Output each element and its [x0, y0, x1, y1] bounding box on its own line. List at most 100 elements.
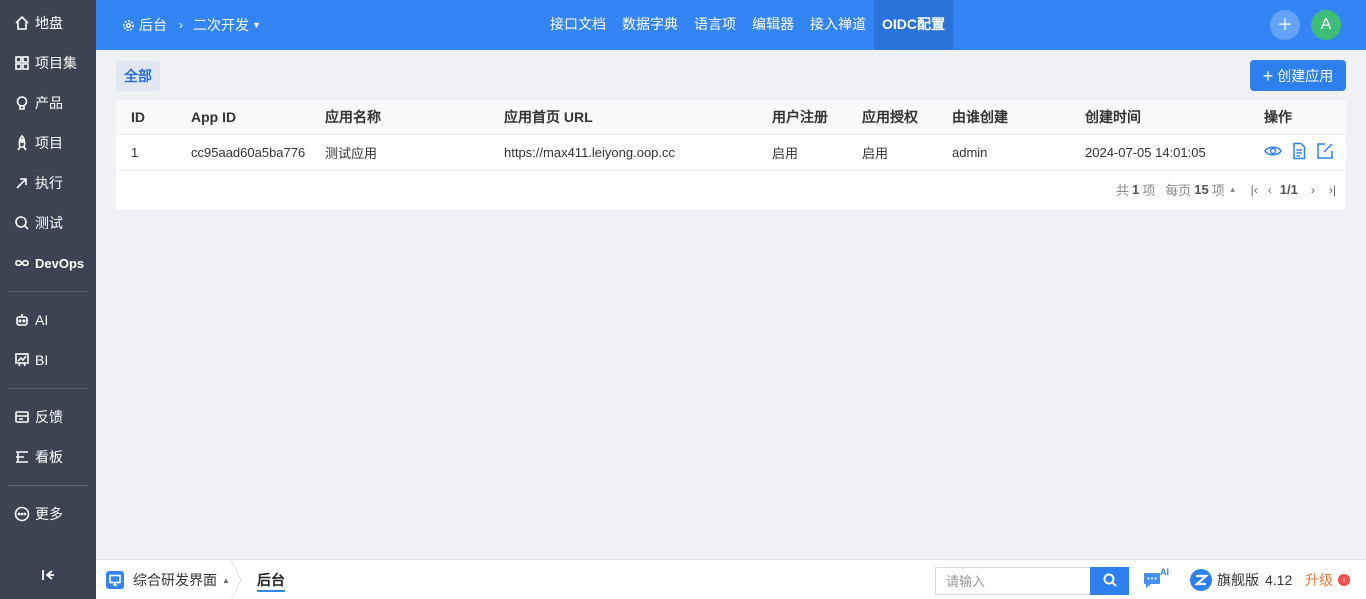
col-user-register[interactable]: 用户注册 [757, 100, 847, 135]
col-app-name[interactable]: 应用名称 [310, 100, 489, 135]
sidebar-collapse-button[interactable] [0, 568, 96, 585]
search-icon [1103, 573, 1117, 590]
version-label: 4.12 [1265, 572, 1293, 588]
sidebar-item-label: 项目集 [35, 55, 77, 71]
top-header: 后台 › 二次开发 ▼ 接口文档 数据字典 语言项 编辑器 接入禅道 OIDC配… [96, 0, 1366, 50]
sidebar-item-execution[interactable]: 执行 [0, 163, 96, 203]
bottom-tab-admin[interactable]: 后台 [257, 560, 285, 599]
pager-page: 1/1 [1279, 182, 1298, 197]
pager-total-prefix: 共 [1115, 183, 1129, 198]
pagination: 共 1 项 每页 15 项 ▲ |‹ ‹ 1/1 › ›| [1116, 180, 1336, 199]
nav-api-docs[interactable]: 接口文档 [542, 0, 614, 50]
prev-page-icon[interactable]: ‹ [1268, 183, 1272, 197]
chevron-right-icon: › [179, 18, 183, 32]
cell-app-id: cc95aad60a5ba776 [176, 134, 310, 171]
app-switcher[interactable]: 综合研发界面 ▲ [106, 560, 230, 599]
table-row: 1 cc95aad60a5ba776 测试应用 https://max411.l… [116, 134, 1346, 171]
sidebar-item-dashboard[interactable]: 地盘 [0, 3, 96, 43]
nav-editor[interactable]: 编辑器 [744, 0, 802, 50]
cell-app-name[interactable]: 测试应用 [310, 134, 489, 171]
sidebar-item-label: 测试 [35, 215, 63, 231]
grid-icon [14, 55, 30, 71]
first-page-icon[interactable]: |‹ [1251, 183, 1258, 197]
sidebar-item-feedback[interactable]: 反馈 [0, 397, 96, 437]
sidebar-item-label: BI [35, 352, 49, 368]
breadcrumb-current[interactable]: 二次开发 [193, 15, 249, 35]
col-creator[interactable]: 由谁创建 [937, 100, 1070, 135]
sidebar-item-program[interactable]: 项目集 [0, 43, 96, 83]
last-page-icon[interactable]: ›| [1329, 183, 1336, 197]
sidebar-item-label: 项目 [35, 135, 63, 151]
create-app-button[interactable]: + 创建应用 [1250, 60, 1346, 91]
sidebar: 地盘 项目集 产品 项目 执行 测试 DevOps AI BI 反馈 看板 更多 [0, 0, 96, 599]
global-search [935, 567, 1129, 595]
filter-all-tab[interactable]: 全部 [116, 61, 160, 91]
sidebar-item-devops[interactable]: DevOps [0, 243, 96, 283]
rocket-icon [14, 135, 30, 151]
sidebar-item-label: 地盘 [35, 15, 63, 31]
breadcrumb-root[interactable]: 后台 [139, 15, 167, 35]
plus-icon: + [1262, 65, 1274, 86]
arrow-up-icon: ↑ [1338, 574, 1350, 586]
sidebar-item-more[interactable]: 更多 [0, 494, 96, 534]
infinity-icon [14, 255, 30, 271]
bulb-icon [14, 95, 30, 111]
global-add-button[interactable]: + [1270, 10, 1300, 40]
bottom-bar: 综合研发界面 ▲ 后台 AI 旗舰版 4.12 升级 ↑ [96, 559, 1366, 599]
plus-icon: + [1277, 11, 1292, 38]
col-actions: 操作 [1249, 100, 1346, 135]
col-created-time[interactable]: 创建时间 [1070, 100, 1249, 135]
more-icon [14, 506, 30, 522]
nav-language-items[interactable]: 语言项 [686, 0, 744, 50]
sidebar-divider [8, 485, 88, 486]
run-icon [14, 175, 30, 191]
zentao-logo-icon [1190, 569, 1212, 591]
sidebar-item-test[interactable]: 测试 [0, 203, 96, 243]
bug-search-icon [14, 215, 30, 231]
sidebar-item-product[interactable]: 产品 [0, 83, 96, 123]
col-app-url[interactable]: 应用首页 URL [489, 100, 757, 135]
avatar[interactable]: A [1311, 10, 1341, 40]
app-table: ID App ID 应用名称 应用首页 URL 用户注册 应用授权 由谁创建 创… [116, 100, 1346, 171]
sidebar-item-label: 产品 [35, 95, 63, 111]
sidebar-item-bi[interactable]: BI [0, 340, 96, 380]
col-app-authorize[interactable]: 应用授权 [847, 100, 937, 135]
pager-total: 1 [1132, 182, 1140, 197]
sidebar-item-kanban[interactable]: 看板 [0, 437, 96, 477]
search-input[interactable] [935, 567, 1090, 595]
nav-oidc-config[interactable]: OIDC配置 [874, 0, 953, 50]
caret-down-icon[interactable]: ▼ [252, 20, 261, 30]
sidebar-item-label: 看板 [35, 449, 63, 465]
upgrade-label: 升级 [1305, 572, 1333, 588]
app-switcher-label: 综合研发界面 [133, 572, 217, 588]
ai-assistant-button[interactable]: AI [1142, 567, 1172, 593]
sidebar-divider [8, 388, 88, 389]
collapse-left-icon [41, 570, 55, 585]
sidebar-item-ai[interactable]: AI [0, 300, 96, 340]
next-page-icon[interactable]: › [1311, 183, 1315, 197]
monitor-icon [106, 571, 124, 589]
pager-per-page-prefix: 每页 [1165, 183, 1192, 198]
gear-icon [122, 17, 139, 33]
chart-board-icon [14, 352, 30, 368]
sidebar-item-project[interactable]: 项目 [0, 123, 96, 163]
col-app-id[interactable]: App ID [176, 100, 310, 135]
cell-user-register: 启用 [757, 134, 847, 171]
ai-badge: AI [1160, 567, 1169, 577]
cell-app-authorize: 启用 [847, 134, 937, 171]
upgrade-link[interactable]: 升级 ↑ [1305, 560, 1350, 599]
edition-label: 旗舰版 [1217, 572, 1259, 588]
nav-data-dictionary[interactable]: 数据字典 [614, 0, 686, 50]
tab-divider [230, 560, 242, 599]
nav-connect-zentao[interactable]: 接入禅道 [802, 0, 874, 50]
edit-icon[interactable] [1316, 142, 1334, 163]
caret-up-icon[interactable]: ▲ [1229, 185, 1237, 194]
app-table-panel: ID App ID 应用名称 应用首页 URL 用户注册 应用授权 由谁创建 创… [116, 100, 1346, 210]
search-button[interactable] [1090, 567, 1129, 595]
document-icon[interactable] [1290, 142, 1308, 163]
col-id[interactable]: ID [116, 100, 176, 135]
view-icon[interactable] [1264, 142, 1282, 163]
pager-per-page[interactable]: 15 [1194, 182, 1208, 197]
sidebar-item-label: 执行 [35, 175, 63, 191]
cell-actions [1249, 134, 1346, 171]
